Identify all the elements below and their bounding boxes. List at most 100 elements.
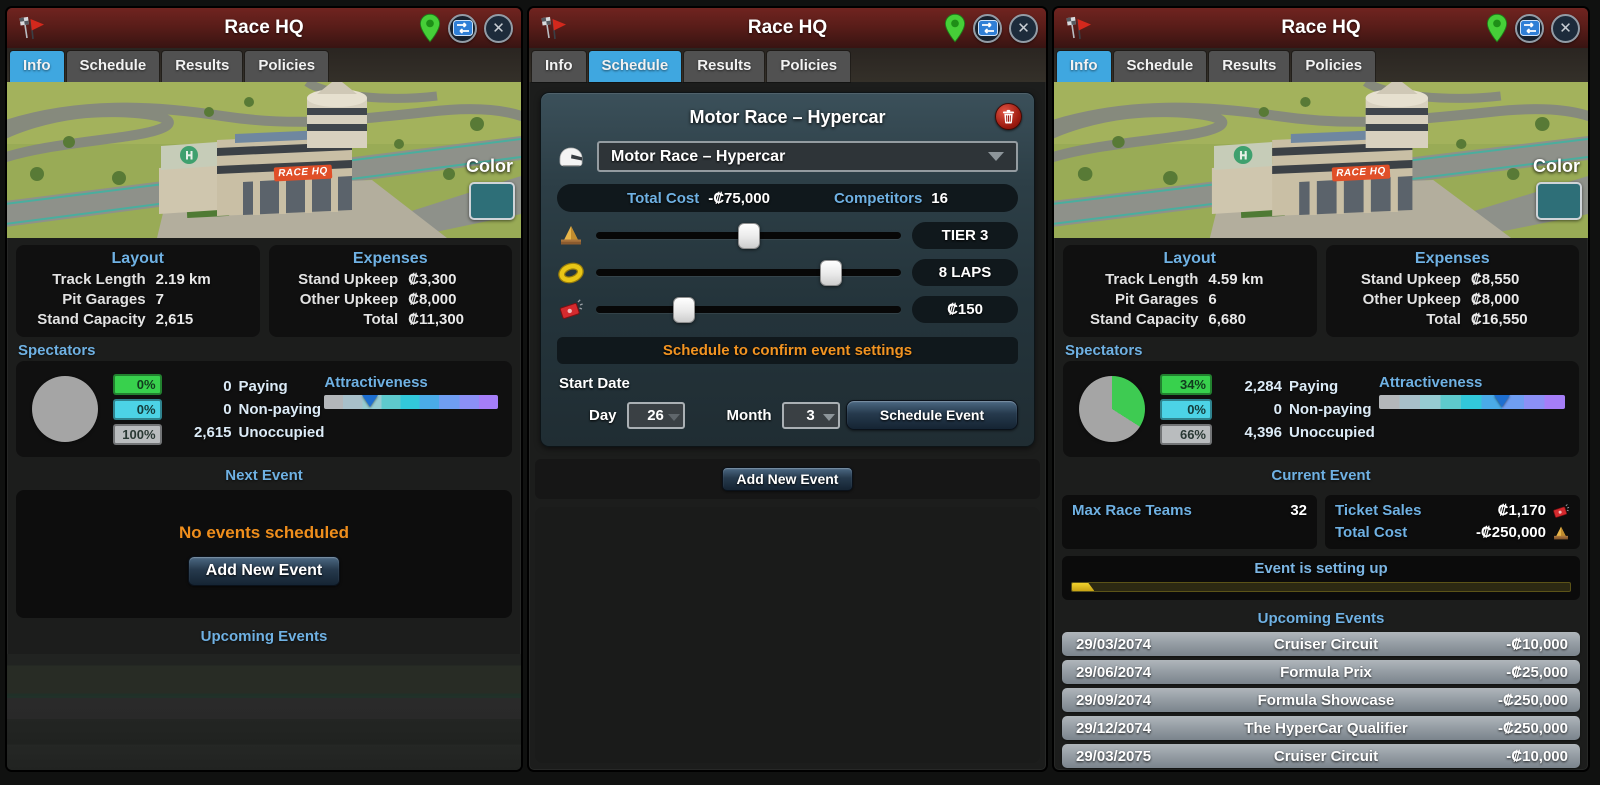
event-progress-fill — [1072, 583, 1094, 591]
delete-event-button[interactable] — [995, 103, 1022, 130]
pit-garages-value: 7 — [156, 290, 250, 310]
layout-title: Layout — [1073, 250, 1307, 268]
attractiveness-meter: Attractiveness — [324, 374, 498, 409]
other-upkeep-value: ₡8,000 — [408, 290, 502, 310]
tab-schedule[interactable]: Schedule — [1114, 51, 1207, 82]
laps-icon — [557, 262, 585, 284]
race-flags-icon — [1064, 15, 1092, 41]
nonpaying-pct-badge: 0% — [113, 399, 162, 420]
expenses-title: Expenses — [279, 250, 503, 268]
day-value: 26 — [647, 407, 664, 424]
laps-slider[interactable] — [596, 269, 901, 276]
tab-results[interactable]: Results — [684, 51, 764, 82]
competitors-label: Competitors — [834, 190, 922, 207]
other-upkeep-label: Other Upkeep — [1336, 290, 1471, 310]
attractiveness-label: Attractiveness — [1379, 374, 1565, 391]
color-swatch[interactable] — [469, 182, 515, 220]
event-name: Cruiser Circuit — [1197, 636, 1455, 653]
building-preview-image: RACE HQ Color — [1054, 82, 1588, 238]
upcoming-event-row[interactable]: 29/06/2074 Formula Prix -₡25,000 — [1062, 660, 1580, 684]
ticket-sales-label: Ticket Sales — [1335, 500, 1421, 522]
nonpaying-label: Non-paying — [239, 398, 322, 421]
month-value: 3 — [806, 407, 814, 424]
tab-results[interactable]: Results — [1209, 51, 1289, 82]
tier-slider[interactable] — [596, 232, 901, 239]
ticket-price-slider[interactable] — [596, 306, 901, 313]
max-race-teams-value: 32 — [1290, 500, 1307, 522]
close-button[interactable]: ✕ — [1009, 14, 1038, 43]
event-name: Formula Showcase — [1197, 692, 1455, 709]
upcoming-event-row[interactable]: 29/12/2074 The HyperCar Qualifier -₡250,… — [1062, 716, 1580, 740]
locate-pin-icon[interactable] — [1486, 13, 1508, 43]
add-new-event-button[interactable]: Add New Event — [722, 467, 854, 491]
event-type-dropdown[interactable]: Motor Race – Hypercar — [597, 141, 1018, 172]
upcoming-events-list: 29/03/2074 Cruiser Circuit -₡10,000 29/0… — [1062, 632, 1580, 770]
paying-label: Paying — [239, 375, 288, 398]
stand-upkeep-label: Stand Upkeep — [1336, 270, 1471, 290]
tier-slider-thumb[interactable] — [738, 223, 760, 249]
race-flags-icon — [17, 15, 45, 41]
total-upkeep-label: Total — [1336, 310, 1471, 330]
tab-schedule[interactable]: Schedule — [67, 51, 160, 82]
day-label: Day — [589, 407, 617, 424]
event-cost: -₡250,000 — [1455, 720, 1580, 737]
total-upkeep-value: ₡16,550 — [1471, 310, 1569, 330]
color-label: Color — [466, 156, 515, 177]
day-field[interactable]: 26 — [627, 402, 685, 429]
nonpaying-count: 0 — [1224, 398, 1282, 421]
ticket-price-slider-thumb[interactable] — [673, 297, 695, 323]
color-swatch[interactable] — [1536, 182, 1582, 220]
tab-policies[interactable]: Policies — [1292, 51, 1375, 82]
stand-capacity-value: 6,680 — [1208, 310, 1306, 330]
locate-pin-icon[interactable] — [419, 13, 441, 43]
spectators-title: Spectators — [1065, 342, 1579, 359]
month-field[interactable]: 3 — [782, 402, 840, 429]
laps-slider-thumb[interactable] — [820, 260, 842, 286]
total-upkeep-value: ₡11,300 — [408, 310, 502, 330]
empty-schedule-area — [535, 507, 1040, 763]
tab-info[interactable]: Info — [10, 51, 64, 82]
chevron-down-icon — [988, 152, 1004, 161]
current-event-title: Current Event — [1054, 467, 1588, 484]
upcoming-event-row[interactable]: 29/03/2075 Cruiser Circuit -₡10,000 — [1062, 744, 1580, 768]
add-new-event-button[interactable]: Add New Event — [188, 556, 340, 586]
other-upkeep-label: Other Upkeep — [279, 290, 409, 310]
event-cost: -₡10,000 — [1455, 636, 1580, 653]
tier-icon — [557, 224, 585, 248]
locate-pin-icon[interactable] — [944, 13, 966, 43]
routes-button[interactable] — [1515, 14, 1544, 43]
track-length-label: Track Length — [26, 270, 156, 290]
chevron-down-icon — [823, 414, 835, 421]
event-name: The HyperCar Qualifier — [1197, 720, 1455, 737]
event-title: Motor Race – Hypercar — [557, 107, 1018, 128]
tab-policies[interactable]: Policies — [767, 51, 850, 82]
routes-button[interactable] — [973, 14, 1002, 43]
tab-info[interactable]: Info — [1057, 51, 1111, 82]
tab-policies[interactable]: Policies — [245, 51, 328, 82]
total-cost-label: Total Cost — [627, 190, 699, 207]
schedule-event-button[interactable]: Schedule Event — [846, 400, 1018, 430]
unoccupied-label: Unoccupied — [1289, 421, 1375, 444]
upcoming-events-title: Upcoming Events — [7, 628, 521, 645]
unoccupied-count: 4,396 — [1224, 421, 1282, 444]
track-length-value: 2.19 km — [156, 270, 250, 290]
month-label: Month — [727, 407, 772, 424]
layout-box: Layout Track Length4.59 km Pit Garages6 … — [1063, 245, 1317, 337]
tab-schedule[interactable]: Schedule — [589, 51, 682, 82]
upcoming-event-row[interactable]: 29/03/2074 Cruiser Circuit -₡10,000 — [1062, 632, 1580, 656]
nonpaying-pct-badge: 0% — [1160, 399, 1212, 420]
routes-button[interactable] — [448, 14, 477, 43]
event-cost: -₡10,000 — [1455, 748, 1580, 765]
tab-results[interactable]: Results — [162, 51, 242, 82]
close-button[interactable]: ✕ — [1551, 14, 1580, 43]
stand-upkeep-label: Stand Upkeep — [279, 270, 409, 290]
track-length-value: 4.59 km — [1208, 270, 1306, 290]
start-date-label: Start Date — [559, 375, 1018, 392]
close-button[interactable]: ✕ — [484, 14, 513, 43]
event-name: Formula Prix — [1197, 664, 1455, 681]
event-total-cost-label: Total Cost — [1335, 522, 1407, 544]
attractiveness-meter: Attractiveness — [1379, 374, 1565, 409]
tab-info[interactable]: Info — [532, 51, 586, 82]
upcoming-event-row[interactable]: 29/09/2074 Formula Showcase -₡250,000 — [1062, 688, 1580, 712]
paying-pct-badge: 0% — [113, 374, 162, 395]
